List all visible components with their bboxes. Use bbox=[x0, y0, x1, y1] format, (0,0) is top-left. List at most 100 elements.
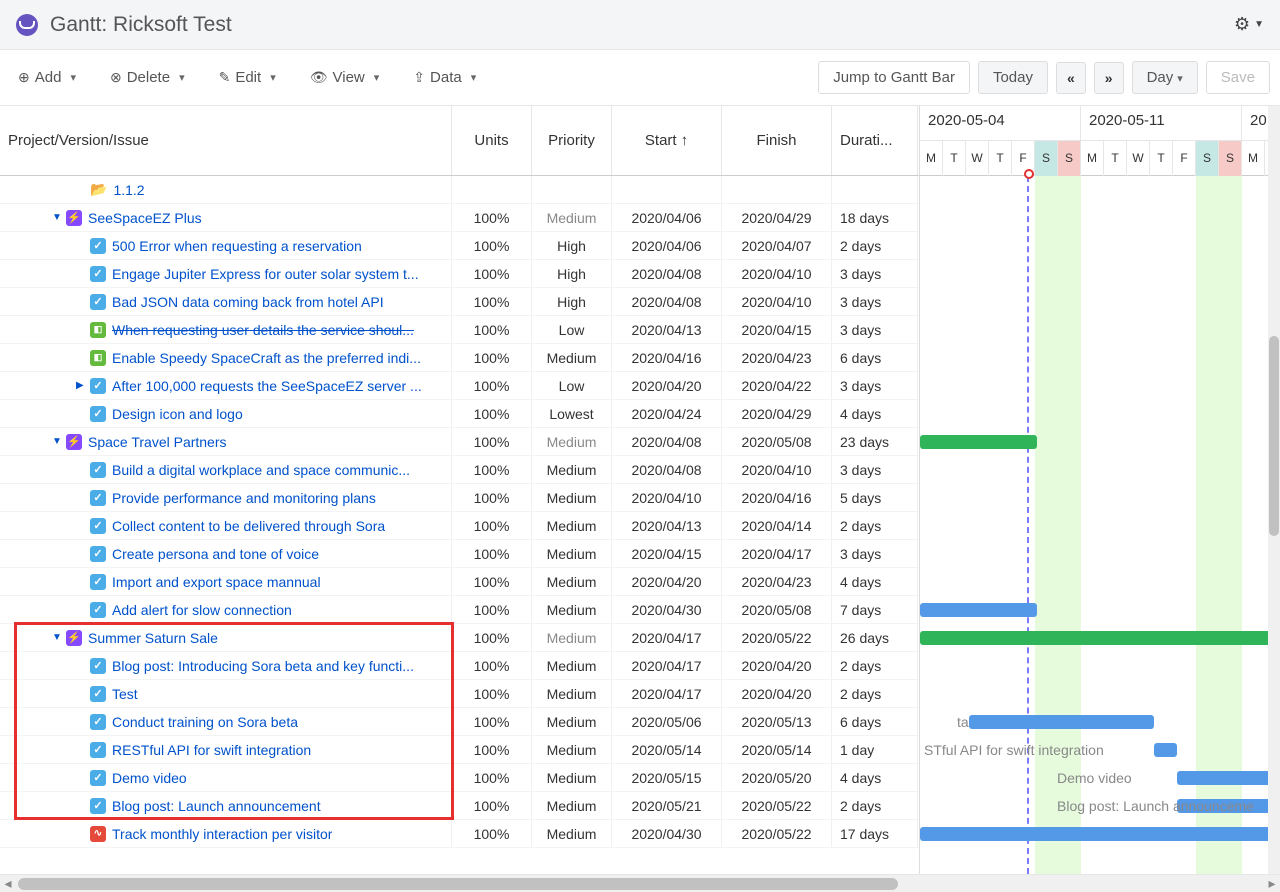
task-name-cell[interactable]: ▼Space Travel Partners bbox=[0, 428, 452, 455]
table-row[interactable]: Design icon and logo100%Lowest2020/04/24… bbox=[0, 400, 919, 428]
gantt-bar[interactable] bbox=[1177, 771, 1280, 785]
task-name-cell[interactable]: ▼SeeSpaceEZ Plus bbox=[0, 204, 452, 231]
task-name-cell[interactable]: Conduct training on Sora beta bbox=[0, 708, 452, 735]
table-row[interactable]: Blog post: Launch announcement100%Medium… bbox=[0, 792, 919, 820]
scrollbar-thumb-h[interactable] bbox=[18, 878, 898, 890]
task-icon bbox=[90, 490, 106, 506]
scroll-left-button[interactable]: « bbox=[1056, 62, 1086, 94]
cell-finish bbox=[722, 176, 832, 203]
table-row[interactable]: Blog post: Introducing Sora beta and key… bbox=[0, 652, 919, 680]
table-row[interactable]: Create persona and tone of voice100%Medi… bbox=[0, 540, 919, 568]
caret-right-icon[interactable]: ▶ bbox=[76, 380, 86, 391]
task-name-cell[interactable]: ▼Summer Saturn Sale bbox=[0, 624, 452, 651]
edit-button[interactable]: ✎Edit bbox=[211, 63, 284, 92]
cell-duration: 23 days bbox=[832, 428, 918, 455]
task-name-cell[interactable]: Blog post: Introducing Sora beta and key… bbox=[0, 652, 452, 679]
table-row[interactable]: ▼Summer Saturn Sale100%Medium2020/04/172… bbox=[0, 624, 919, 652]
table-row[interactable]: Add alert for slow connection100%Medium2… bbox=[0, 596, 919, 624]
table-row[interactable]: Test100%Medium2020/04/172020/04/202 days bbox=[0, 680, 919, 708]
gantt-body[interactable]: taSTful API for swift integrationDemo vi… bbox=[920, 176, 1280, 874]
col-duration-header[interactable]: Durati... bbox=[832, 106, 918, 175]
task-name-cell[interactable]: Test bbox=[0, 680, 452, 707]
task-name-cell[interactable]: Import and export space mannual bbox=[0, 568, 452, 595]
gantt-bar[interactable] bbox=[920, 827, 1280, 841]
eye-icon: 👁 bbox=[310, 69, 328, 86]
task-name-cell[interactable]: Blog post: Launch announcement bbox=[0, 792, 452, 819]
cell-priority: Medium bbox=[532, 596, 612, 623]
task-name-cell[interactable]: Engage Jupiter Express for outer solar s… bbox=[0, 260, 452, 287]
cell-finish: 2020/05/20 bbox=[722, 764, 832, 791]
table-row[interactable]: ▼Space Travel Partners100%Medium2020/04/… bbox=[0, 428, 919, 456]
scroll-left-arrow-icon[interactable]: ◂ bbox=[0, 875, 16, 892]
table-row[interactable]: 📂1.1.2 bbox=[0, 176, 919, 204]
today-button[interactable]: Today bbox=[978, 61, 1048, 94]
table-row[interactable]: Track monthly interaction per visitor100… bbox=[0, 820, 919, 848]
col-start-header[interactable]: Start↑ bbox=[612, 106, 722, 175]
table-row[interactable]: Bad JSON data coming back from hotel API… bbox=[0, 288, 919, 316]
scrollbar-thumb[interactable] bbox=[1269, 336, 1279, 536]
task-name-cell[interactable]: Provide performance and monitoring plans bbox=[0, 484, 452, 511]
gantt-bar[interactable] bbox=[920, 435, 1037, 449]
gantt-bar[interactable] bbox=[920, 603, 1037, 617]
task-name-cell[interactable]: Add alert for slow connection bbox=[0, 596, 452, 623]
task-name-cell[interactable]: When requesting user details the service… bbox=[0, 316, 452, 343]
table-row[interactable]: 500 Error when requesting a reservation1… bbox=[0, 232, 919, 260]
gantt-bar[interactable] bbox=[1154, 743, 1177, 757]
save-button[interactable]: Save bbox=[1206, 61, 1270, 94]
scroll-right-arrow-icon[interactable]: ▸ bbox=[1264, 875, 1280, 892]
table-row[interactable]: Conduct training on Sora beta100%Medium2… bbox=[0, 708, 919, 736]
cell-start: 2020/04/08 bbox=[612, 428, 722, 455]
table-row[interactable]: Enable Speedy SpaceCraft as the preferre… bbox=[0, 344, 919, 372]
col-units-header[interactable]: Units bbox=[452, 106, 532, 175]
table-row[interactable]: RESTful API for swift integration100%Med… bbox=[0, 736, 919, 764]
table-row[interactable]: Engage Jupiter Express for outer solar s… bbox=[0, 260, 919, 288]
add-button[interactable]: ⊕Add bbox=[10, 63, 84, 92]
table-row[interactable]: Demo video100%Medium2020/05/152020/05/20… bbox=[0, 764, 919, 792]
task-name-cell[interactable]: Demo video bbox=[0, 764, 452, 791]
table-row[interactable]: ▼SeeSpaceEZ Plus100%Medium2020/04/062020… bbox=[0, 204, 919, 232]
gantt-chart[interactable]: 2020-05-042020-05-1120 MTWTFSSMTWTFSSMT … bbox=[920, 106, 1280, 874]
cell-finish: 2020/05/22 bbox=[722, 820, 832, 847]
gantt-bar[interactable] bbox=[969, 715, 1154, 729]
col-priority-header[interactable]: Priority bbox=[532, 106, 612, 175]
jump-to-gantt-button[interactable]: Jump to Gantt Bar bbox=[818, 61, 970, 94]
vertical-scrollbar[interactable] bbox=[1268, 106, 1280, 874]
table-row[interactable]: Import and export space mannual100%Mediu… bbox=[0, 568, 919, 596]
caret-down-icon[interactable]: ▼ bbox=[52, 212, 62, 223]
col-finish-header[interactable]: Finish bbox=[722, 106, 832, 175]
view-button[interactable]: 👁View bbox=[302, 63, 388, 92]
delete-button[interactable]: ⊗Delete bbox=[102, 63, 193, 92]
pencil-icon: ✎ bbox=[219, 69, 231, 86]
task-name-label: Enable Speedy SpaceCraft as the preferre… bbox=[112, 350, 421, 366]
horizontal-scrollbar[interactable]: ◂ ▸ bbox=[0, 874, 1280, 892]
task-name-cell[interactable]: Collect content to be delivered through … bbox=[0, 512, 452, 539]
table-row[interactable]: Provide performance and monitoring plans… bbox=[0, 484, 919, 512]
cell-units: 100% bbox=[452, 596, 532, 623]
gantt-bar[interactable] bbox=[920, 631, 1280, 645]
task-name-cell[interactable]: Build a digital workplace and space comm… bbox=[0, 456, 452, 483]
scale-select[interactable]: Day bbox=[1132, 61, 1198, 94]
task-name-cell[interactable]: Create persona and tone of voice bbox=[0, 540, 452, 567]
col-name-header[interactable]: Project/Version/Issue bbox=[0, 106, 452, 175]
task-name-cell[interactable]: ▶After 100,000 requests the SeeSpaceEZ s… bbox=[0, 372, 452, 399]
caret-down-icon[interactable]: ▼ bbox=[52, 436, 62, 447]
cell-priority: Medium bbox=[532, 624, 612, 651]
task-name-cell[interactable]: 📂1.1.2 bbox=[0, 176, 452, 203]
task-name-cell[interactable]: Enable Speedy SpaceCraft as the preferre… bbox=[0, 344, 452, 371]
page-header: Gantt: Ricksoft Test ⚙ ▼ bbox=[0, 0, 1280, 50]
task-name-cell[interactable]: 500 Error when requesting a reservation bbox=[0, 232, 452, 259]
caret-down-icon[interactable]: ▼ bbox=[52, 632, 62, 643]
table-row[interactable]: ▶After 100,000 requests the SeeSpaceEZ s… bbox=[0, 372, 919, 400]
task-name-cell[interactable]: Design icon and logo bbox=[0, 400, 452, 427]
settings-menu[interactable]: ⚙ ▼ bbox=[1234, 14, 1264, 35]
day-header: T bbox=[943, 141, 966, 176]
task-name-cell[interactable]: Track monthly interaction per visitor bbox=[0, 820, 452, 847]
task-name-cell[interactable]: Bad JSON data coming back from hotel API bbox=[0, 288, 452, 315]
scroll-right-button[interactable]: » bbox=[1094, 62, 1124, 94]
table-row[interactable]: Build a digital workplace and space comm… bbox=[0, 456, 919, 484]
cell-finish: 2020/04/10 bbox=[722, 260, 832, 287]
data-button[interactable]: ⇪Data bbox=[405, 63, 484, 92]
task-name-cell[interactable]: RESTful API for swift integration bbox=[0, 736, 452, 763]
table-row[interactable]: Collect content to be delivered through … bbox=[0, 512, 919, 540]
table-row[interactable]: When requesting user details the service… bbox=[0, 316, 919, 344]
